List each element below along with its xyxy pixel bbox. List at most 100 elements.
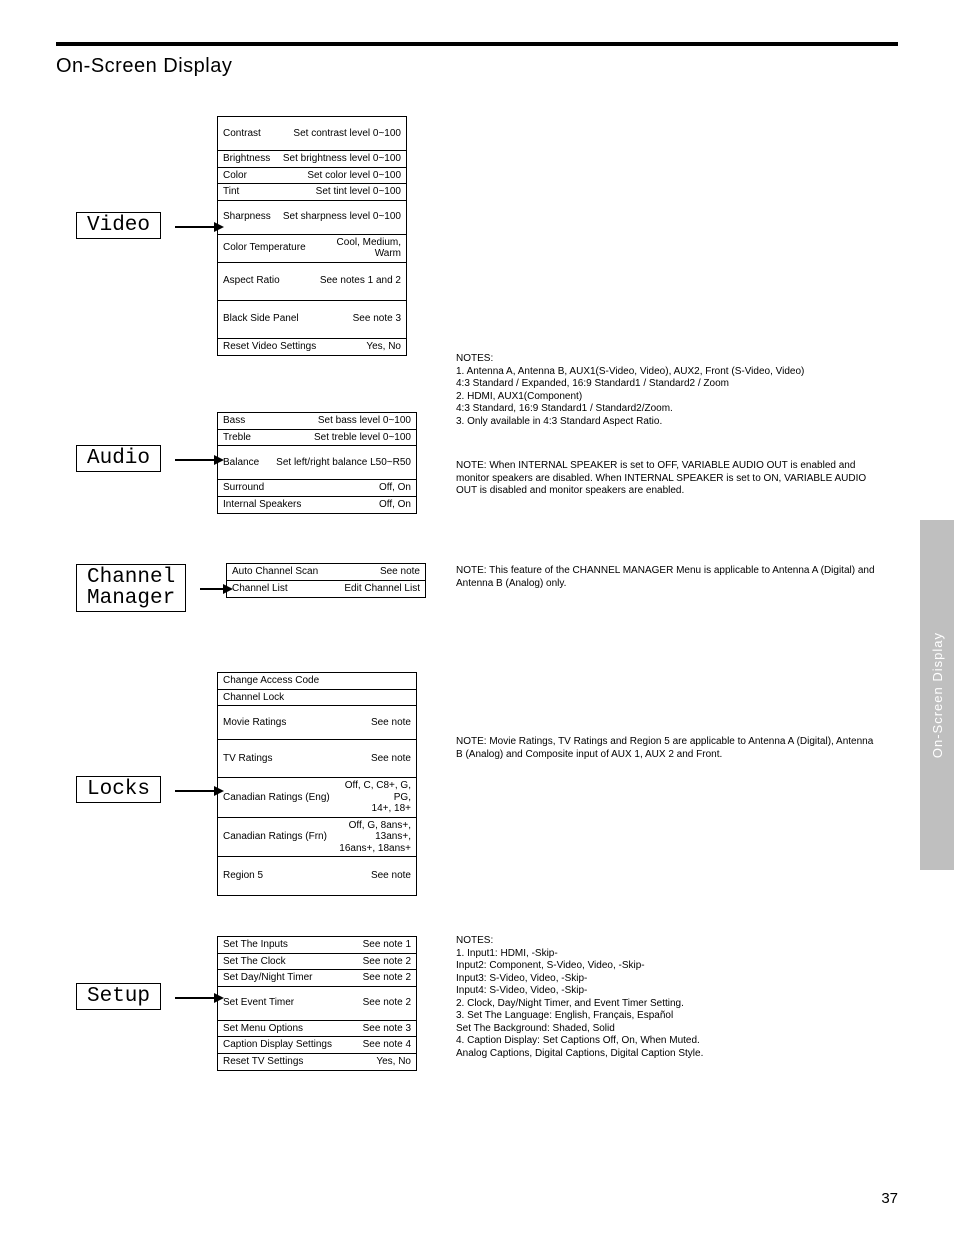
- video-row-label: Color Temperature: [218, 240, 311, 256]
- video-row: Aspect RatioSee notes 1 and 2: [218, 263, 406, 301]
- video-row-label: Sharpness: [218, 209, 276, 225]
- header-rule: [56, 42, 898, 46]
- video-row-label: Brightness: [218, 151, 275, 167]
- audio-row: BalanceSet left/right balance L50~R50: [218, 446, 416, 480]
- video-row-value: Set contrast level 0~100: [266, 126, 406, 142]
- locks-row: Channel Lock: [218, 690, 416, 707]
- locks-notes: NOTE: Movie Ratings, TV Ratings and Regi…: [456, 736, 876, 761]
- setup-row: Set The InputsSee note 1: [218, 937, 416, 954]
- video-row: BrightnessSet brightness level 0~100: [218, 151, 406, 168]
- setup-row-label: Set Event Timer: [218, 995, 299, 1011]
- video-row-label: Tint: [218, 184, 244, 200]
- locks-row: Canadian Ratings (Eng)Off, C, C8+, G, PG…: [218, 778, 416, 818]
- page-title: On-Screen Display: [56, 55, 232, 78]
- side-tab: On-Screen Display: [920, 520, 954, 870]
- audio-row-value: Set bass level 0~100: [250, 413, 416, 429]
- channel-row-label: Channel List: [227, 581, 293, 597]
- audio-row-value: Set treble level 0~100: [256, 430, 416, 446]
- side-tab-label: On-Screen Display: [930, 632, 945, 758]
- video-row-value: Set sharpness level 0~100: [276, 209, 406, 225]
- video-row: Reset Video SettingsYes, No: [218, 339, 406, 355]
- setup-row-value: See note 3: [308, 1021, 416, 1037]
- locks-row-label: TV Ratings: [218, 751, 277, 767]
- setup-row-value: See note 2: [317, 970, 416, 986]
- video-notes: NOTES: 1. Antenna A, Antenna B, AUX1(S-V…: [456, 353, 804, 428]
- video-row-value: See note 3: [304, 311, 406, 327]
- channel-menu-box: Channel Manager: [76, 564, 186, 612]
- video-row: Color TemperatureCool, Medium, Warm: [218, 235, 406, 263]
- video-row-value: Set tint level 0~100: [244, 184, 406, 200]
- audio-row-value: Off, On: [269, 480, 416, 496]
- setup-row-value: See note 2: [299, 995, 416, 1011]
- audio-row: SurroundOff, On: [218, 480, 416, 497]
- channel-row-value: See note: [323, 564, 425, 580]
- setup-row-label: Set The Clock: [218, 954, 291, 970]
- setup-table: Set The InputsSee note 1Set The ClockSee…: [217, 936, 417, 1071]
- locks-row-label: Channel Lock: [218, 690, 289, 706]
- video-row-value: See notes 1 and 2: [285, 273, 406, 289]
- locks-row: Region 5See note: [218, 857, 416, 895]
- channel-row-label: Auto Channel Scan: [227, 564, 323, 580]
- locks-row: TV RatingsSee note: [218, 740, 416, 778]
- video-row: Black Side PanelSee note 3: [218, 301, 406, 339]
- audio-row-value: Set left/right balance L50~R50: [264, 455, 416, 471]
- locks-table: Change Access CodeChannel LockMovie Rati…: [217, 672, 417, 896]
- audio-row-label: Balance: [218, 455, 264, 471]
- locks-row-label: Change Access Code: [218, 673, 324, 689]
- locks-row-label: Canadian Ratings (Frn): [218, 829, 332, 845]
- video-row-value: Set color level 0~100: [252, 168, 406, 184]
- video-row-value: Set brightness level 0~100: [275, 151, 406, 167]
- channel-notes: NOTE: This feature of the CHANNEL MANAGE…: [456, 565, 876, 590]
- locks-row: Change Access Code: [218, 673, 416, 690]
- setup-row-value: See note 1: [293, 937, 416, 953]
- audio-row-label: Internal Speakers: [218, 497, 306, 513]
- video-row-label: Contrast: [218, 126, 266, 142]
- locks-row-value: Off, G, 8ans+, 13ans+, 16ans+, 18ans+: [332, 818, 416, 857]
- audio-row: Internal SpeakersOff, On: [218, 497, 416, 513]
- video-arrow-icon: [175, 226, 223, 228]
- locks-row: Canadian Ratings (Frn)Off, G, 8ans+, 13a…: [218, 818, 416, 858]
- locks-row-value: See note: [277, 751, 416, 767]
- locks-row-value: [324, 679, 416, 683]
- setup-row-value: See note 4: [337, 1037, 416, 1053]
- video-row: SharpnessSet sharpness level 0~100: [218, 201, 406, 235]
- locks-row-value: See note: [291, 715, 416, 731]
- setup-notes: NOTES: 1. Input1: HDMI, -Skip- Input2: C…: [456, 935, 896, 1060]
- setup-row-label: Set Menu Options: [218, 1021, 308, 1037]
- video-row-label: Reset Video Settings: [218, 339, 321, 355]
- locks-row-value: Off, C, C8+, G, PG, 14+, 18+: [335, 778, 416, 817]
- setup-row-value: See note 2: [291, 954, 416, 970]
- setup-row-label: Caption Display Settings: [218, 1037, 337, 1053]
- audio-arrow-icon: [175, 459, 223, 461]
- page-root: On-Screen Display On-Screen Display 37 V…: [0, 0, 954, 1235]
- locks-row: Movie RatingsSee note: [218, 706, 416, 740]
- setup-row-label: Reset TV Settings: [218, 1054, 308, 1070]
- channel-row: Channel ListEdit Channel List: [227, 581, 425, 597]
- setup-row-value: Yes, No: [308, 1054, 416, 1070]
- audio-row-value: Off, On: [306, 497, 416, 513]
- setup-row: Set Event TimerSee note 2: [218, 987, 416, 1021]
- video-menu-box: Video: [76, 212, 161, 239]
- locks-row-value: [289, 695, 416, 699]
- setup-row: Reset TV SettingsYes, No: [218, 1054, 416, 1070]
- setup-row: Set The ClockSee note 2: [218, 954, 416, 971]
- audio-menu-box: Audio: [76, 445, 161, 472]
- channel-row-value: Edit Channel List: [293, 581, 425, 597]
- video-row-label: Black Side Panel: [218, 311, 304, 327]
- audio-table: BassSet bass level 0~100TrebleSet treble…: [217, 412, 417, 514]
- setup-menu-box: Setup: [76, 983, 161, 1010]
- locks-arrow-icon: [175, 790, 223, 792]
- audio-row-label: Treble: [218, 430, 256, 446]
- locks-row-label: Region 5: [218, 868, 268, 884]
- locks-row-label: Canadian Ratings (Eng): [218, 790, 335, 806]
- setup-row: Set Menu OptionsSee note 3: [218, 1021, 416, 1038]
- audio-row-label: Surround: [218, 480, 269, 496]
- video-row: ContrastSet contrast level 0~100: [218, 117, 406, 151]
- setup-row-label: Set The Inputs: [218, 937, 293, 953]
- setup-row: Caption Display SettingsSee note 4: [218, 1037, 416, 1054]
- video-row-label: Color: [218, 168, 252, 184]
- audio-row: TrebleSet treble level 0~100: [218, 430, 416, 447]
- page-number: 37: [881, 1190, 898, 1207]
- channel-table: Auto Channel ScanSee noteChannel ListEdi…: [226, 563, 426, 598]
- audio-row-label: Bass: [218, 413, 250, 429]
